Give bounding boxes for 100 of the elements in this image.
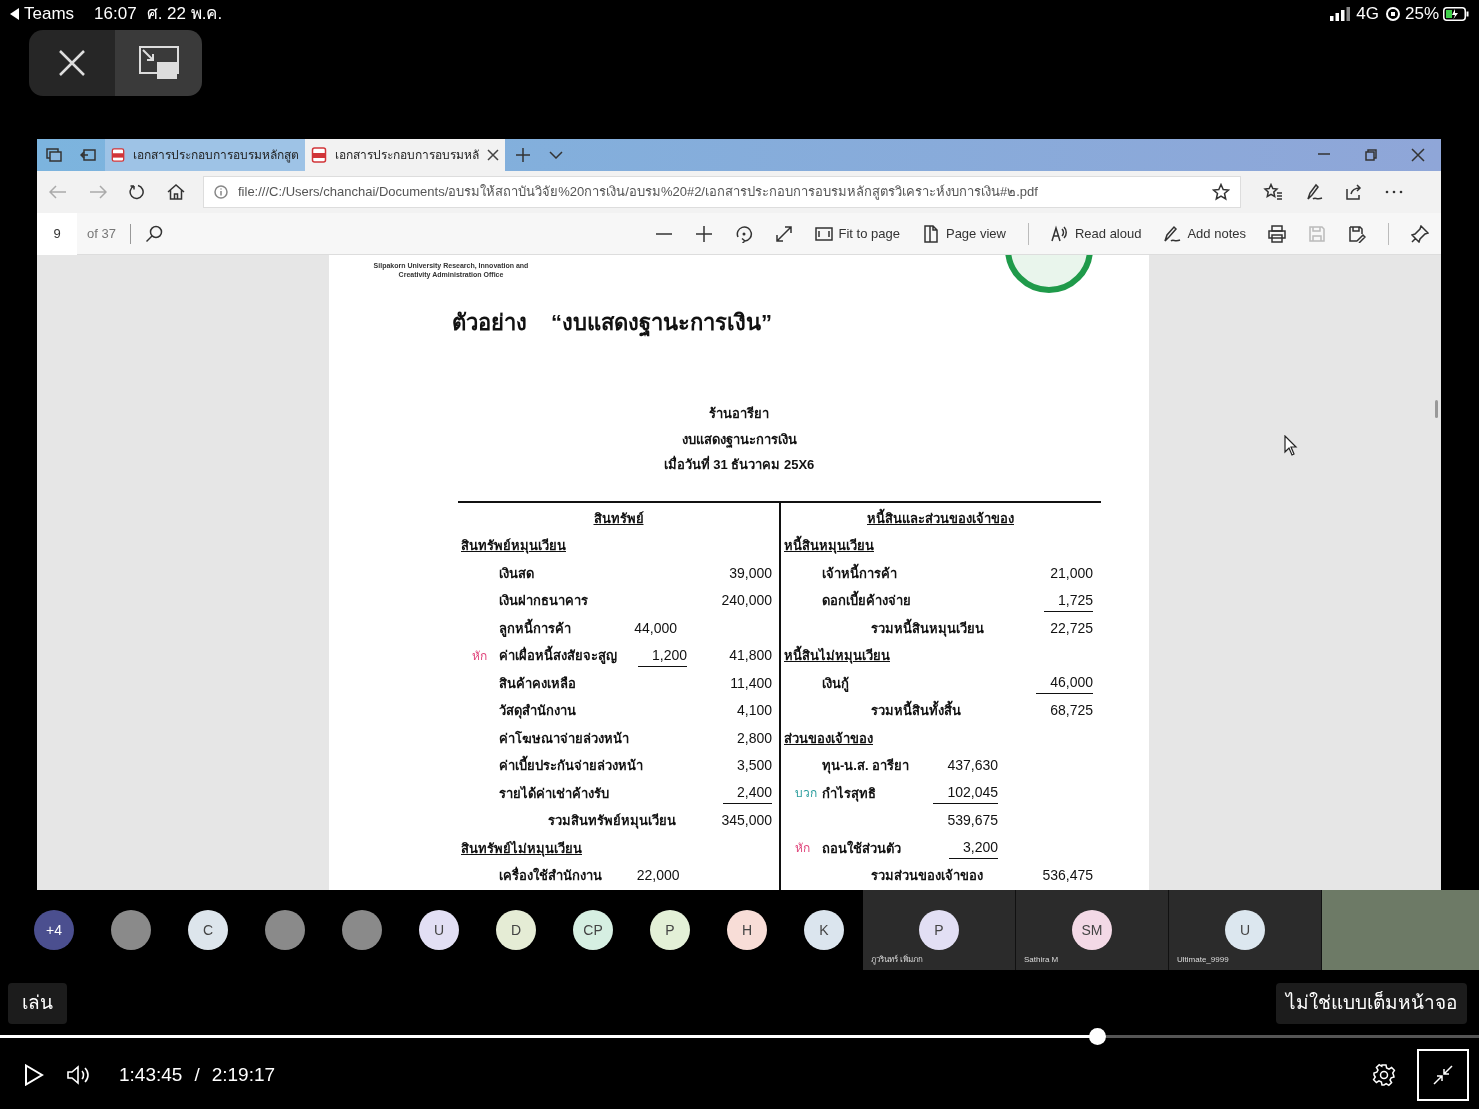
read-aloud-icon	[1050, 224, 1069, 243]
home-icon[interactable]	[167, 184, 185, 200]
clock-time: 16:07	[94, 3, 137, 26]
chevron-down-icon[interactable]	[549, 151, 563, 159]
line-item-label: รวมสินทรัพย์หมุนเวียน	[548, 812, 676, 831]
exit-full-screen-button[interactable]	[1417, 1049, 1469, 1101]
close-icon[interactable]	[1410, 148, 1425, 162]
line-item-label: เจ้าหนี้การค้า	[822, 563, 897, 583]
back-icon[interactable]	[10, 8, 20, 20]
participant-tile[interactable]: P ภูวรินทร์ เพิ่มภก	[863, 890, 1016, 970]
line-item-label: กำไรสุทธิ	[822, 784, 876, 803]
page-count: of 37	[87, 224, 116, 243]
amount: 2,800	[736, 728, 772, 748]
amount: 22,000	[636, 866, 680, 886]
amount: 44,000	[634, 618, 677, 638]
app-name[interactable]: Teams	[24, 1, 75, 27]
document-title: “งบแสดงฐานะการเงิน”	[551, 309, 772, 339]
section-heading: ส่วนของเจ้าของ	[784, 729, 873, 748]
more-participants-button[interactable]: +4	[34, 910, 74, 950]
amount: 68,725	[1050, 701, 1093, 721]
favorites-icon[interactable]	[1263, 183, 1283, 201]
column-heading: สินทรัพย์	[593, 509, 644, 528]
amount: 46,000	[1036, 672, 1093, 695]
pdf-file-icon	[311, 147, 327, 163]
scrollbar-thumb[interactable]	[1435, 400, 1438, 418]
mouse-cursor-icon	[1284, 435, 1298, 457]
statement-heading: งบแสดงฐานะการเงิน	[681, 430, 797, 449]
amount: 536,475	[1042, 866, 1093, 886]
participant-avatar[interactable]: H	[727, 910, 767, 950]
close-button[interactable]	[29, 30, 115, 96]
search-icon[interactable]	[144, 224, 163, 243]
star-icon[interactable]	[1212, 183, 1230, 201]
participant-avatar[interactable]	[265, 910, 305, 950]
toolbar-button[interactable]: Fit to page	[814, 223, 900, 244]
amount: 11,400	[730, 673, 772, 693]
play-tooltip: เล่น	[8, 983, 67, 1024]
tab-overview-icon[interactable]	[46, 148, 62, 162]
participant-name: ภูวรินทร์ เพิ่มภก	[871, 954, 924, 966]
participant-avatar[interactable]: U	[419, 910, 459, 950]
participant-tile[interactable]: U Ultimate_9999	[1169, 890, 1322, 970]
participant-avatar[interactable]: C	[188, 910, 228, 950]
rotate-icon[interactable]	[734, 224, 753, 243]
line-item-label: เงินสด	[499, 564, 534, 583]
statement-heading: ร้านอารียา	[709, 405, 769, 423]
amount: 2,400	[722, 782, 772, 805]
line-item-label: ค่าโฆษณาจ่ายล่วงหน้า	[499, 729, 629, 748]
amount: 39,000	[729, 563, 772, 583]
line-item-label: เงินกู้	[822, 674, 849, 693]
document-title-prefix: ตัวอย่าง	[452, 309, 527, 337]
amount: 539,675	[947, 811, 998, 831]
print-icon[interactable]	[1268, 224, 1286, 243]
picture-in-picture-icon	[138, 46, 179, 80]
participant-tile[interactable]: SM Sathira M	[1016, 890, 1169, 970]
participant-avatar[interactable]: P	[650, 910, 690, 950]
participant-avatar[interactable]	[342, 910, 382, 950]
picture-in-picture-button[interactable]	[115, 30, 202, 96]
share-icon[interactable]	[1345, 183, 1363, 201]
amount: 3,500	[736, 756, 772, 776]
info-icon[interactable]	[214, 185, 228, 199]
participant-name: Ultimate_9999	[1177, 954, 1229, 966]
participant-avatar[interactable]: K	[804, 910, 844, 950]
exit-full-screen-tooltip: ไม่ใช่แบบเต็มหน้าจอ	[1276, 983, 1467, 1024]
statement-heading: เมื่อวันที่ 31 ธันวาคม 25X6	[663, 455, 815, 474]
amount: 102,045	[933, 782, 998, 805]
toolbar-button[interactable]: Add notes	[1163, 223, 1246, 244]
amount: 437,630	[947, 756, 998, 776]
signal-icon	[1330, 7, 1351, 21]
line-item-label: เครื่องใช้สำนักงาน	[499, 866, 602, 885]
more-icon[interactable]	[1385, 190, 1403, 194]
toolbar-button[interactable]: Page view	[921, 223, 1006, 244]
pdf-file-icon	[111, 147, 125, 163]
section-heading: สินทรัพย์ไม่หมุนเวียน	[461, 839, 582, 858]
section-heading: สินทรัพย์หมุนเวียน	[461, 537, 566, 556]
save-as-icon[interactable]	[1348, 224, 1366, 243]
exit-full-screen-icon	[1433, 1065, 1453, 1085]
participant-name: Sathira M	[1024, 954, 1059, 966]
full-screen-icon[interactable]	[774, 224, 793, 243]
participant-avatar[interactable]: D	[496, 910, 536, 950]
close-icon[interactable]	[487, 149, 499, 161]
line-item-label: ถอนใช้ส่วนตัว	[822, 839, 901, 858]
page-number-field[interactable]: 9	[37, 212, 77, 255]
toolbar-button[interactable]: Read aloud	[1050, 223, 1142, 244]
browser-tab[interactable]: เอกสารประกอบการอบรมหลั	[305, 139, 505, 171]
amount: 240,000	[721, 591, 772, 611]
pin-icon[interactable]	[1411, 224, 1429, 243]
section-heading: หนี้สินไม่หมุนเวียน	[784, 646, 890, 666]
pen-icon[interactable]	[1305, 183, 1323, 201]
set-tabs-aside-icon[interactable]	[80, 148, 96, 162]
column-heading: หนี้สินและส่วนของเจ้าของ	[867, 508, 1014, 528]
restore-icon[interactable]	[1363, 148, 1378, 162]
address-field[interactable]: file:///C:/Users/chanchai/Documents/อบรมให้สถาบันวิจัย%20การเงิน/อบรม%20#2/เอกสารประกอบการอบรมหลักสูตรวิเคราะห์งบการเงิน#๒.pdf	[203, 176, 1241, 208]
new-tab-icon[interactable]	[516, 148, 530, 162]
refresh-icon[interactable]	[129, 184, 145, 200]
line-item-label: วัสดุสำนักงาน	[499, 702, 576, 721]
amount: 1,725	[1043, 589, 1093, 612]
browser-tab[interactable]: เอกสารประกอบการอบรมหลักสูต	[105, 139, 305, 171]
participant-avatar[interactable]	[111, 910, 151, 950]
progress-thumb[interactable]	[1089, 1028, 1107, 1045]
zoom-in-icon[interactable]	[694, 224, 713, 243]
participant-avatar[interactable]: CP	[573, 910, 613, 950]
